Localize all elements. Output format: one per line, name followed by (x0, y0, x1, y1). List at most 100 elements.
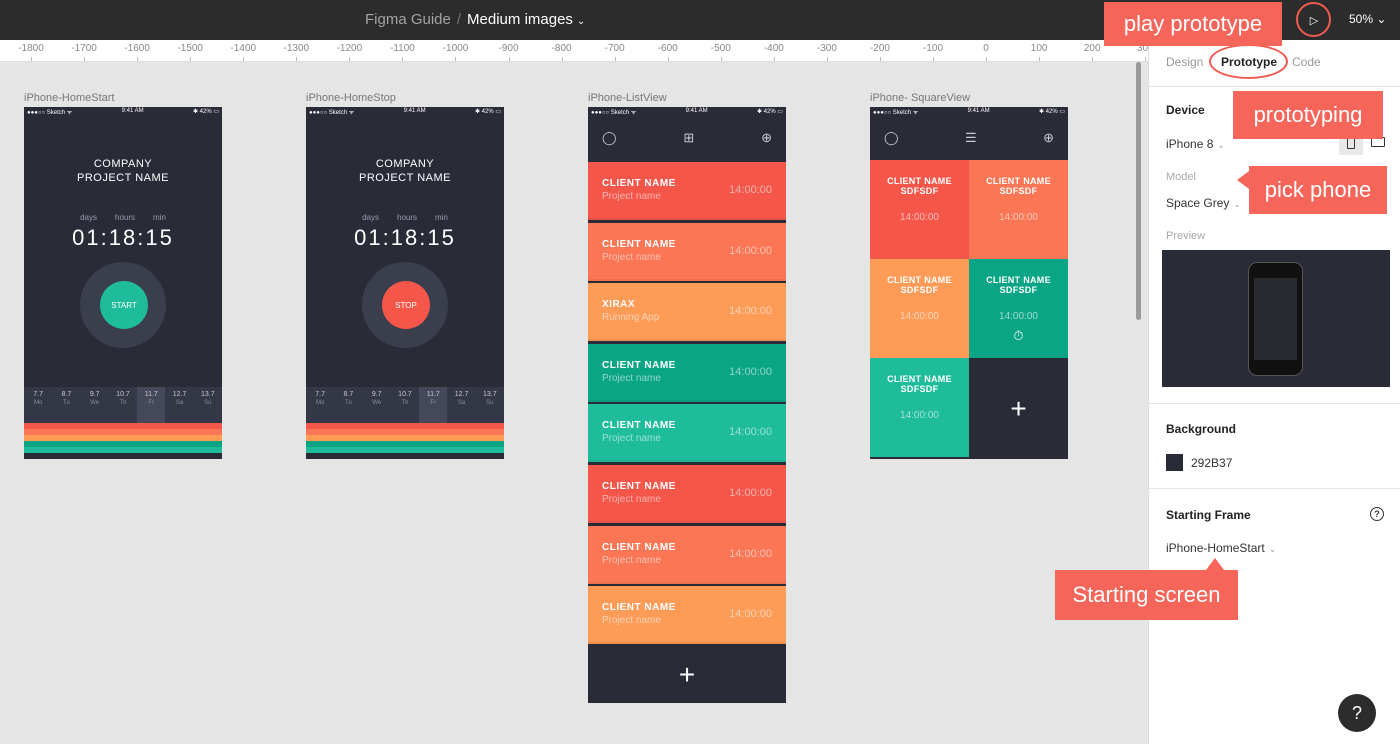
day-item[interactable]: 7.7 Mo (306, 387, 334, 423)
day-date: 10.7 (398, 391, 412, 398)
frame-label-homestop[interactable]: iPhone-HomeStop (306, 92, 396, 104)
ruler-tick: -1700 (71, 43, 97, 54)
zoom-value: 50% (1349, 12, 1374, 26)
plus-icon[interactable]: + (969, 359, 1068, 459)
square-tile[interactable]: CLIENT NAME SDFSDF 14:00:00 (969, 160, 1068, 259)
list-item[interactable]: XIRAX Running App 14:00:00 (588, 283, 786, 342)
status-time: 9:41 AM (403, 108, 426, 114)
prototype-tab-highlight (1209, 44, 1288, 79)
client-name: CLIENT NAME (602, 359, 676, 371)
status-bar: ●●●○○ Sketch ᯤ 9:41 AM ✱ 42% ▭ (24, 107, 222, 116)
canvas[interactable]: iPhone-HomeStart ●●●○○ Sketch ᯤ 9:41 AM ✱ … (0, 62, 1148, 744)
day-item[interactable]: 11.7 Fr (137, 387, 166, 423)
day-weekday: Fr (148, 400, 155, 406)
frame-home-start[interactable]: ●●●○○ Sketch ᯤ 9:41 AM ✱ 42% ▭ COMPANY PROJ… (24, 107, 222, 459)
frame-home-stop[interactable]: ●●●○○ Sketch ᯤ 9:41 AM ✱ 42% ▭ COMPANY PROJ… (306, 107, 504, 459)
ruler-tick: -1100 (389, 43, 415, 54)
unit-min: min (435, 213, 448, 222)
client-name: CLIENT NAME (602, 602, 676, 614)
model-label: Model (1166, 171, 1196, 183)
day-item[interactable]: 8.7 Tu (334, 387, 362, 423)
list-item[interactable]: CLIENT NAME Project name 14:00:00 (588, 525, 786, 584)
list-item[interactable]: CLIENT NAME Project name 14:00:00 (588, 343, 786, 402)
play-icon[interactable]: ▷ (1303, 9, 1325, 31)
day-date: 7.7 (33, 391, 43, 398)
day-weekday: We (90, 400, 100, 406)
list-item[interactable]: CLIENT NAME Project name 14:00:00 (588, 586, 786, 645)
status-carrier: ●●●○○ Sketch ᯤ (27, 110, 73, 116)
ruler-tick: -100 (923, 43, 944, 54)
ruler-tick: 100 (1030, 43, 1048, 54)
tile-title: SDFSDF (900, 384, 939, 394)
model-select[interactable]: Space Grey ⌄ (1166, 196, 1241, 210)
square-tile[interactable]: CLIENT NAME SDFSDF 14:00:00 (870, 160, 969, 259)
list-item-text: CLIENT NAME Project name (602, 420, 676, 444)
status-carrier: ●●●○○ Sketch ᯤ (873, 110, 919, 116)
horizontal-ruler: -1800 -1700 -1600 -1500 -1400 -1300 -1200 -1100… (0, 40, 1148, 62)
tab-design[interactable]: Design (1166, 55, 1203, 69)
day-item[interactable]: 9.7 We (81, 387, 109, 423)
list-item[interactable]: CLIENT NAME Project name 14:00:00 (588, 465, 786, 523)
day-item[interactable]: 9.7 We (363, 387, 391, 423)
day-date: 9.7 (89, 391, 100, 398)
help-button[interactable]: ? (1338, 694, 1376, 732)
start-button[interactable]: START (100, 281, 148, 329)
background-swatch[interactable] (1166, 454, 1183, 471)
day-item[interactable]: 12.7 Sa (447, 387, 475, 423)
day-weekday: Mo (315, 400, 325, 406)
chevron-down-icon[interactable]: ⌄ (577, 16, 585, 27)
starting-frame-select[interactable]: iPhone-HomeStart ⌄ (1166, 541, 1276, 555)
day-item[interactable]: 7.7 Mo (24, 387, 52, 423)
tab-code[interactable]: Code (1292, 55, 1321, 69)
day-item[interactable]: 13.7 Su (476, 387, 504, 423)
day-weekday: Tu (63, 400, 70, 406)
stop-button[interactable]: STOP (382, 281, 430, 329)
square-tile[interactable]: CLIENT NAME SDFSDF 14:00:00 (870, 259, 969, 358)
device-select[interactable]: iPhone 8 ⌄ (1166, 137, 1225, 151)
tile-title: CLIENT NAME (986, 176, 1051, 186)
company-title: COMPANY PROJECT NAME (24, 157, 222, 185)
project-name[interactable]: Figma Guide (365, 11, 451, 28)
client-name: CLIENT NAME (602, 178, 676, 189)
day-item[interactable]: 10.7 Th (391, 387, 419, 423)
row-time: 14:00:00 (729, 487, 772, 499)
tile-title: CLIENT NAME (887, 275, 952, 285)
frame-list-view[interactable]: ●●●○○ Sketch ᯤ 9:41 AM ✱ 42% ▭ ◯ ⊞ ⊕ CLIEN… (588, 107, 786, 703)
add-icon[interactable]: ⊕ (761, 130, 772, 146)
ruler-tick: -300 (816, 43, 837, 54)
frame-square-view[interactable]: ●●●○○ Sketch ᯤ 9:41 AM ✱ 42% ▭ ◯ ☰ ⊕ CLIEN… (870, 107, 1068, 459)
frame-label-squareview[interactable]: iPhone- SquareView (870, 92, 970, 104)
plus-icon[interactable]: + (588, 646, 786, 703)
list-item[interactable]: CLIENT NAME Project name 14:00:00 (588, 162, 786, 220)
list-item[interactable]: CLIENT NAME Project name 14:00:00 (588, 222, 786, 281)
user-icon[interactable]: ◯ (602, 130, 617, 146)
callout-pick-phone: pick phone (1249, 166, 1387, 214)
day-item[interactable]: 10.7 Th (109, 387, 137, 423)
canvas-scrollbar[interactable] (1136, 62, 1141, 320)
unit-hours: hours (115, 213, 136, 222)
day-item[interactable]: 12.7 Sa (165, 387, 193, 423)
add-icon[interactable]: ⊕ (1043, 130, 1054, 146)
project-name: Project name (602, 494, 661, 505)
day-item[interactable]: 13.7 Su (194, 387, 222, 423)
day-date: 11.7 (426, 391, 440, 398)
zoom-level[interactable]: 50% ⌄ (1349, 12, 1386, 26)
page-name[interactable]: Medium images (467, 11, 573, 28)
frame-label-homestart[interactable]: iPhone-HomeStart (24, 92, 115, 104)
tile-time: 14:00:00 (900, 212, 939, 223)
row-time: 14:00:00 (729, 426, 772, 439)
square-tile[interactable]: CLIENT NAME SDFSDF 14:00:00 ⏱ (969, 259, 1068, 358)
list-item[interactable]: CLIENT NAME Project name 14:00:00 (588, 404, 786, 463)
row-time: 14:00:00 (729, 184, 772, 196)
grid-icon[interactable]: ⊞ (683, 130, 694, 146)
help-circle-icon[interactable]: ? (1370, 507, 1384, 521)
breadcrumb-separator: / (456, 11, 462, 28)
user-icon[interactable]: ◯ (884, 130, 899, 146)
list-icon[interactable]: ☰ (965, 130, 977, 146)
day-weekday: Sa (457, 400, 466, 406)
frame-label-listview[interactable]: iPhone-ListView (588, 92, 667, 104)
day-item[interactable]: 11.7 Fr (419, 387, 448, 423)
background-hex[interactable]: 292B37 (1191, 456, 1232, 470)
day-item[interactable]: 8.7 Tu (52, 387, 80, 423)
square-tile[interactable]: CLIENT NAME SDFSDF 14:00:00 (870, 358, 969, 457)
